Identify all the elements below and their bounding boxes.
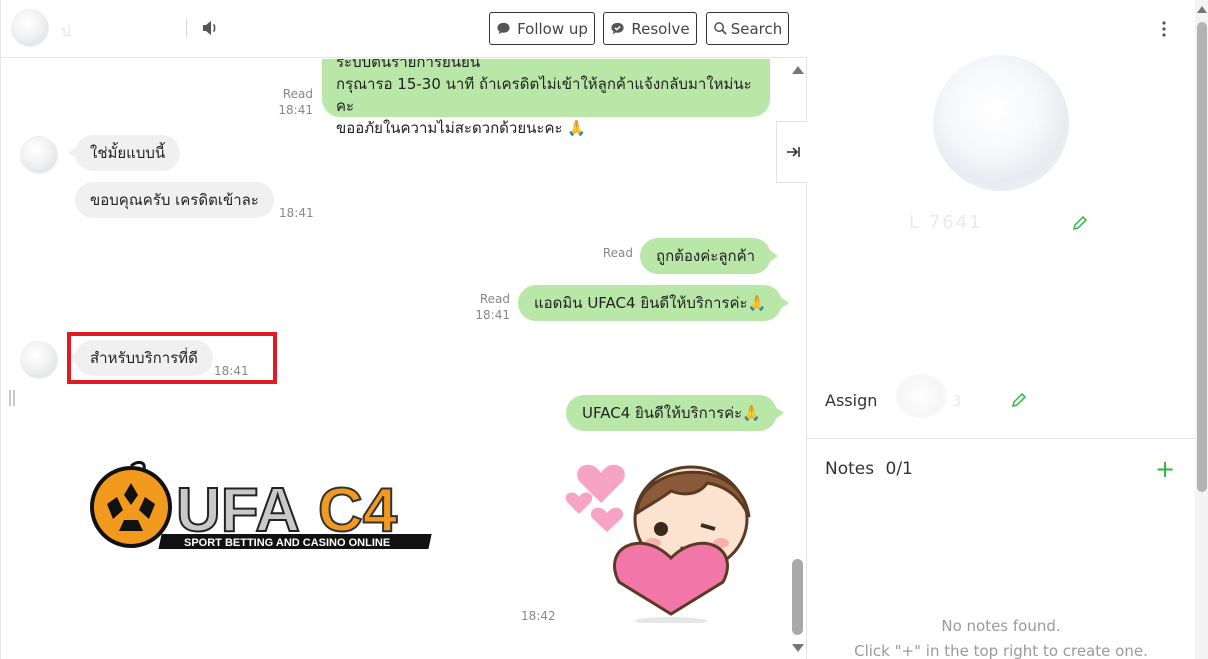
contact-avatar[interactable] — [11, 9, 49, 47]
contact-avatar[interactable] — [20, 341, 58, 379]
chat-scrollbar-thumb[interactable] — [792, 559, 803, 635]
contact-avatar[interactable] — [20, 136, 58, 174]
resolve-button[interactable]: Resolve — [603, 12, 697, 45]
assignee-avatar — [895, 374, 947, 418]
page-scrollbar-thumb[interactable] — [1197, 22, 1207, 492]
search-icon — [713, 22, 727, 35]
notes-count: 0/1 — [885, 459, 913, 479]
notes-heading: Notes 0/1 — [825, 459, 913, 479]
message-text: UFAC4 ยินดีให้บริการค่ะ🙏 — [582, 404, 761, 422]
page-scroll-up-icon[interactable] — [1197, 6, 1207, 13]
notes-empty-hint: Click "+" in the top right to create one… — [854, 642, 1148, 659]
resize-handle[interactable] — [9, 390, 15, 406]
message-bubble-outgoing[interactable]: แอดมิน UFAC4 ยินดีให้บริการค่ะ🙏 — [518, 285, 790, 321]
assignee-name: 3 — [952, 392, 962, 410]
notes-label: Notes — [825, 459, 875, 479]
scroll-down-arrow-icon[interactable] — [792, 644, 804, 652]
message-line: ระบบต้นรายการยืนยัน — [336, 59, 481, 71]
resolve-bubble-icon — [611, 22, 624, 35]
chat-app: ป Follow up Resolve Search ระบบต้นรายการ… — [0, 0, 1208, 659]
message-text: แอดมิน UFAC4 ยินดีให้บริการค่ะ🙏 — [534, 294, 767, 312]
chat-bubble-icon — [497, 22, 510, 35]
follow-up-label: Follow up — [517, 19, 588, 38]
profile-name: L 7641 — [909, 212, 983, 233]
message-list[interactable]: ระบบต้นรายการยืนยัน กรุณารอ 15-30 นาที ถ… — [1, 59, 791, 659]
message-line: กรุณารอ 15-30 นาที ถ้าเครดิตไม่เข้าให้ลู… — [336, 75, 752, 115]
message-meta: Read 18:41 — [271, 86, 313, 118]
message-text: ใช่มั้ยแบบนี้ — [90, 144, 166, 162]
contact-side-panel: L 7641 Assign 3 Notes 0/1 + No notes fou… — [807, 0, 1195, 659]
search-label: Search — [730, 19, 783, 38]
message-text: ขอบคุณครับ เครดิตเข้าละ — [90, 191, 259, 209]
speaker-icon[interactable] — [201, 19, 219, 37]
message-time: 18:41 — [278, 103, 313, 117]
divider — [186, 18, 187, 38]
chat-header: ป Follow up Resolve Search — [1, 0, 807, 58]
follow-up-button[interactable]: Follow up — [489, 12, 595, 45]
message-bubble-outgoing[interactable]: UFAC4 ยินดีให้บริการค่ะ🙏 — [566, 395, 784, 431]
notes-empty-message: No notes found. — [941, 617, 1061, 635]
assign-label: Assign — [825, 391, 878, 410]
message-time: 18:41 — [279, 206, 314, 220]
message-time: 18:41 — [475, 308, 510, 322]
message-bubble-incoming[interactable]: ขอบคุณครับ เครดิตเข้าละ — [75, 182, 274, 218]
profile-picture[interactable] — [933, 55, 1069, 191]
edit-name-pencil-icon[interactable] — [1072, 215, 1088, 231]
message-line: ขออภัยในความไม่สะดวกด้วยนะคะ 🙏 — [336, 119, 586, 137]
message-bubble-incoming[interactable]: ใช่มั้ยแบบนี้ — [67, 135, 181, 171]
sticker-image[interactable] — [561, 443, 761, 623]
message-meta: Read 18:41 — [468, 291, 510, 323]
more-options-icon[interactable] — [1162, 21, 1166, 37]
edit-assign-pencil-icon[interactable] — [1011, 392, 1027, 408]
resolve-label: Resolve — [631, 19, 690, 38]
chat-pane: ป Follow up Resolve Search ระบบต้นรายการ… — [0, 0, 808, 659]
divider — [807, 438, 1195, 439]
read-status: Read — [282, 87, 313, 101]
logo-tagline: SPORT BETTING AND CASINO ONLINE — [184, 537, 390, 549]
read-status: Read — [602, 246, 633, 260]
ufac4-logo-image[interactable]: UFA C4 SPORT BETTING AND CASINO ONLINE — [86, 457, 456, 552]
message-bubble-outgoing[interactable]: ระบบต้นรายการยืนยัน กรุณารอ 15-30 นาที ถ… — [322, 59, 770, 137]
add-note-button[interactable]: + — [1155, 457, 1175, 481]
message-time: 18:42 — [521, 609, 556, 623]
search-button[interactable]: Search — [706, 12, 789, 45]
message-text: ถูกต้องค่ะลูกค้า — [656, 247, 756, 265]
highlight-box — [67, 332, 277, 384]
scroll-up-arrow-icon[interactable] — [792, 66, 804, 74]
message-bubble-outgoing[interactable]: ถูกต้องค่ะลูกค้า — [640, 238, 779, 274]
read-status: Read — [479, 292, 510, 306]
contact-name[interactable]: ป — [61, 19, 73, 43]
